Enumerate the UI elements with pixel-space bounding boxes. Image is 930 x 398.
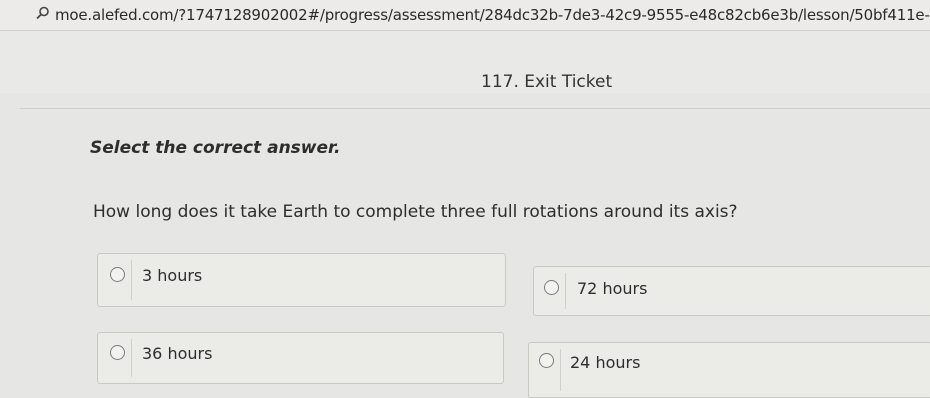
answer-option-3-hours[interactable]: 3 hours [97, 253, 506, 307]
answer-option-24-hours[interactable]: 24 hours [528, 342, 930, 398]
url-text[interactable]: moe.alefed.com/?1747128902002#/progress/… [55, 6, 930, 24]
answer-option-72-hours[interactable]: 72 hours [533, 266, 930, 316]
header-area [0, 31, 930, 93]
option-divider [131, 339, 132, 377]
option-divider [560, 349, 561, 391]
answer-option-36-hours[interactable]: 36 hours [97, 332, 504, 384]
option-label: 72 hours [577, 279, 648, 298]
page-title: 117. Exit Ticket [481, 72, 613, 92]
option-divider [131, 260, 132, 300]
divider [20, 108, 930, 109]
address-bar[interactable]: moe.alefed.com/?1747128902002#/progress/… [0, 0, 930, 31]
option-divider [565, 273, 566, 309]
option-label: 36 hours [142, 344, 213, 363]
option-label: 24 hours [570, 353, 641, 372]
instruction-text: Select the correct answer. [90, 138, 341, 158]
search-icon [36, 6, 49, 20]
option-label: 3 hours [142, 266, 203, 285]
radio-button[interactable] [544, 280, 559, 295]
radio-button[interactable] [110, 345, 125, 360]
radio-button[interactable] [539, 353, 554, 368]
radio-button[interactable] [110, 267, 125, 282]
question-text: How long does it take Earth to complete … [93, 202, 738, 222]
